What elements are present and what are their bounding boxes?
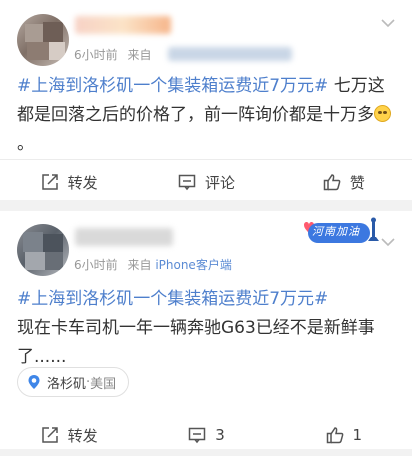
location-country: 美国 [90,376,117,392]
hashtag-link[interactable]: #上海到洛杉矶一个集装箱运费近7万元# [17,76,328,96]
avatar-mosaic [25,252,45,270]
province-badge: 河南加油 [298,215,388,247]
repost-label: 转发 [67,426,98,445]
repost-button[interactable]: 转发 [0,414,137,456]
hashtag-link[interactable]: #上海到洛杉矶一个集装箱运费近7万元# [17,285,398,314]
avatar[interactable] [17,14,69,66]
post-text: #上海到洛杉矶一个集装箱运费近7万元# 现在卡车司机一年一辆奔驰G63已经不是新… [17,285,398,372]
post-source-blurred[interactable] [168,47,292,61]
divider [0,159,412,160]
location-city: 洛杉矶 [47,376,87,392]
like-icon [326,427,343,444]
post-source-prefix: 来自 [127,48,152,62]
action-bar: 转发 3 1 [0,414,412,456]
post-source-prefix: 来自 [127,258,152,272]
chevron-down-icon[interactable] [380,237,396,247]
comment-button[interactable]: 评论 [137,161,274,203]
like-count: 1 [352,426,363,444]
avatar-mosaic [43,234,63,252]
like-button[interactable]: 赞 [275,161,412,203]
comment-count: 3 [215,426,225,444]
badge-text: 河南加油 [312,225,360,238]
like-label: 赞 [349,173,365,192]
post-card-1: 6小时前 来自 #上海到洛杉矶一个集装箱运费近7万元# 七万这都是回落之后的价格… [0,0,412,200]
avatar-mosaic [49,42,65,60]
like-button[interactable]: 1 [275,414,412,456]
repost-icon [41,427,58,443]
repost-icon [41,174,58,190]
comment-icon [178,174,196,191]
comment-label: 评论 [204,173,235,192]
avatar-mosaic [45,252,63,270]
like-icon [323,174,341,191]
post-body: 现在卡车司机一年一辆奔驰G63已经不是新鲜事了...... [17,318,375,367]
repost-button[interactable]: 转发 [0,161,137,203]
avatar-mosaic [43,22,63,42]
post-card-2: 河南加油 6小时前 来自 iPhone客户端 #上海到洛杉矶一个集装箱运费近7万… [0,211,412,449]
post-time: 6小时前 [74,48,118,62]
avatar-mosaic [25,24,43,42]
username-blurred[interactable] [75,228,173,246]
location-chip[interactable]: 洛杉矶 · 美国 [17,367,130,397]
avatar[interactable] [17,224,69,276]
post-meta: 6小时前 来自 iPhone客户端 [74,256,232,273]
post-meta: 6小时前 来自 [74,46,151,63]
comment-icon [188,427,206,444]
emoji-icon [374,105,391,122]
username-blurred[interactable] [75,16,171,34]
comment-button[interactable]: 3 [137,414,274,456]
post-time: 6小时前 [74,258,118,272]
avatar-mosaic [23,232,43,252]
post-text: #上海到洛杉矶一个集装箱运费近7万元# 七万这都是回落之后的价格了，前一阵询价都… [17,72,398,159]
action-bar: 转发 评论 赞 [0,161,412,203]
chevron-down-icon[interactable] [380,18,396,28]
post-source[interactable]: iPhone客户端 [155,258,232,272]
avatar-mosaic [27,42,49,60]
repost-label: 转发 [67,173,98,192]
location-pin-icon [28,375,40,389]
